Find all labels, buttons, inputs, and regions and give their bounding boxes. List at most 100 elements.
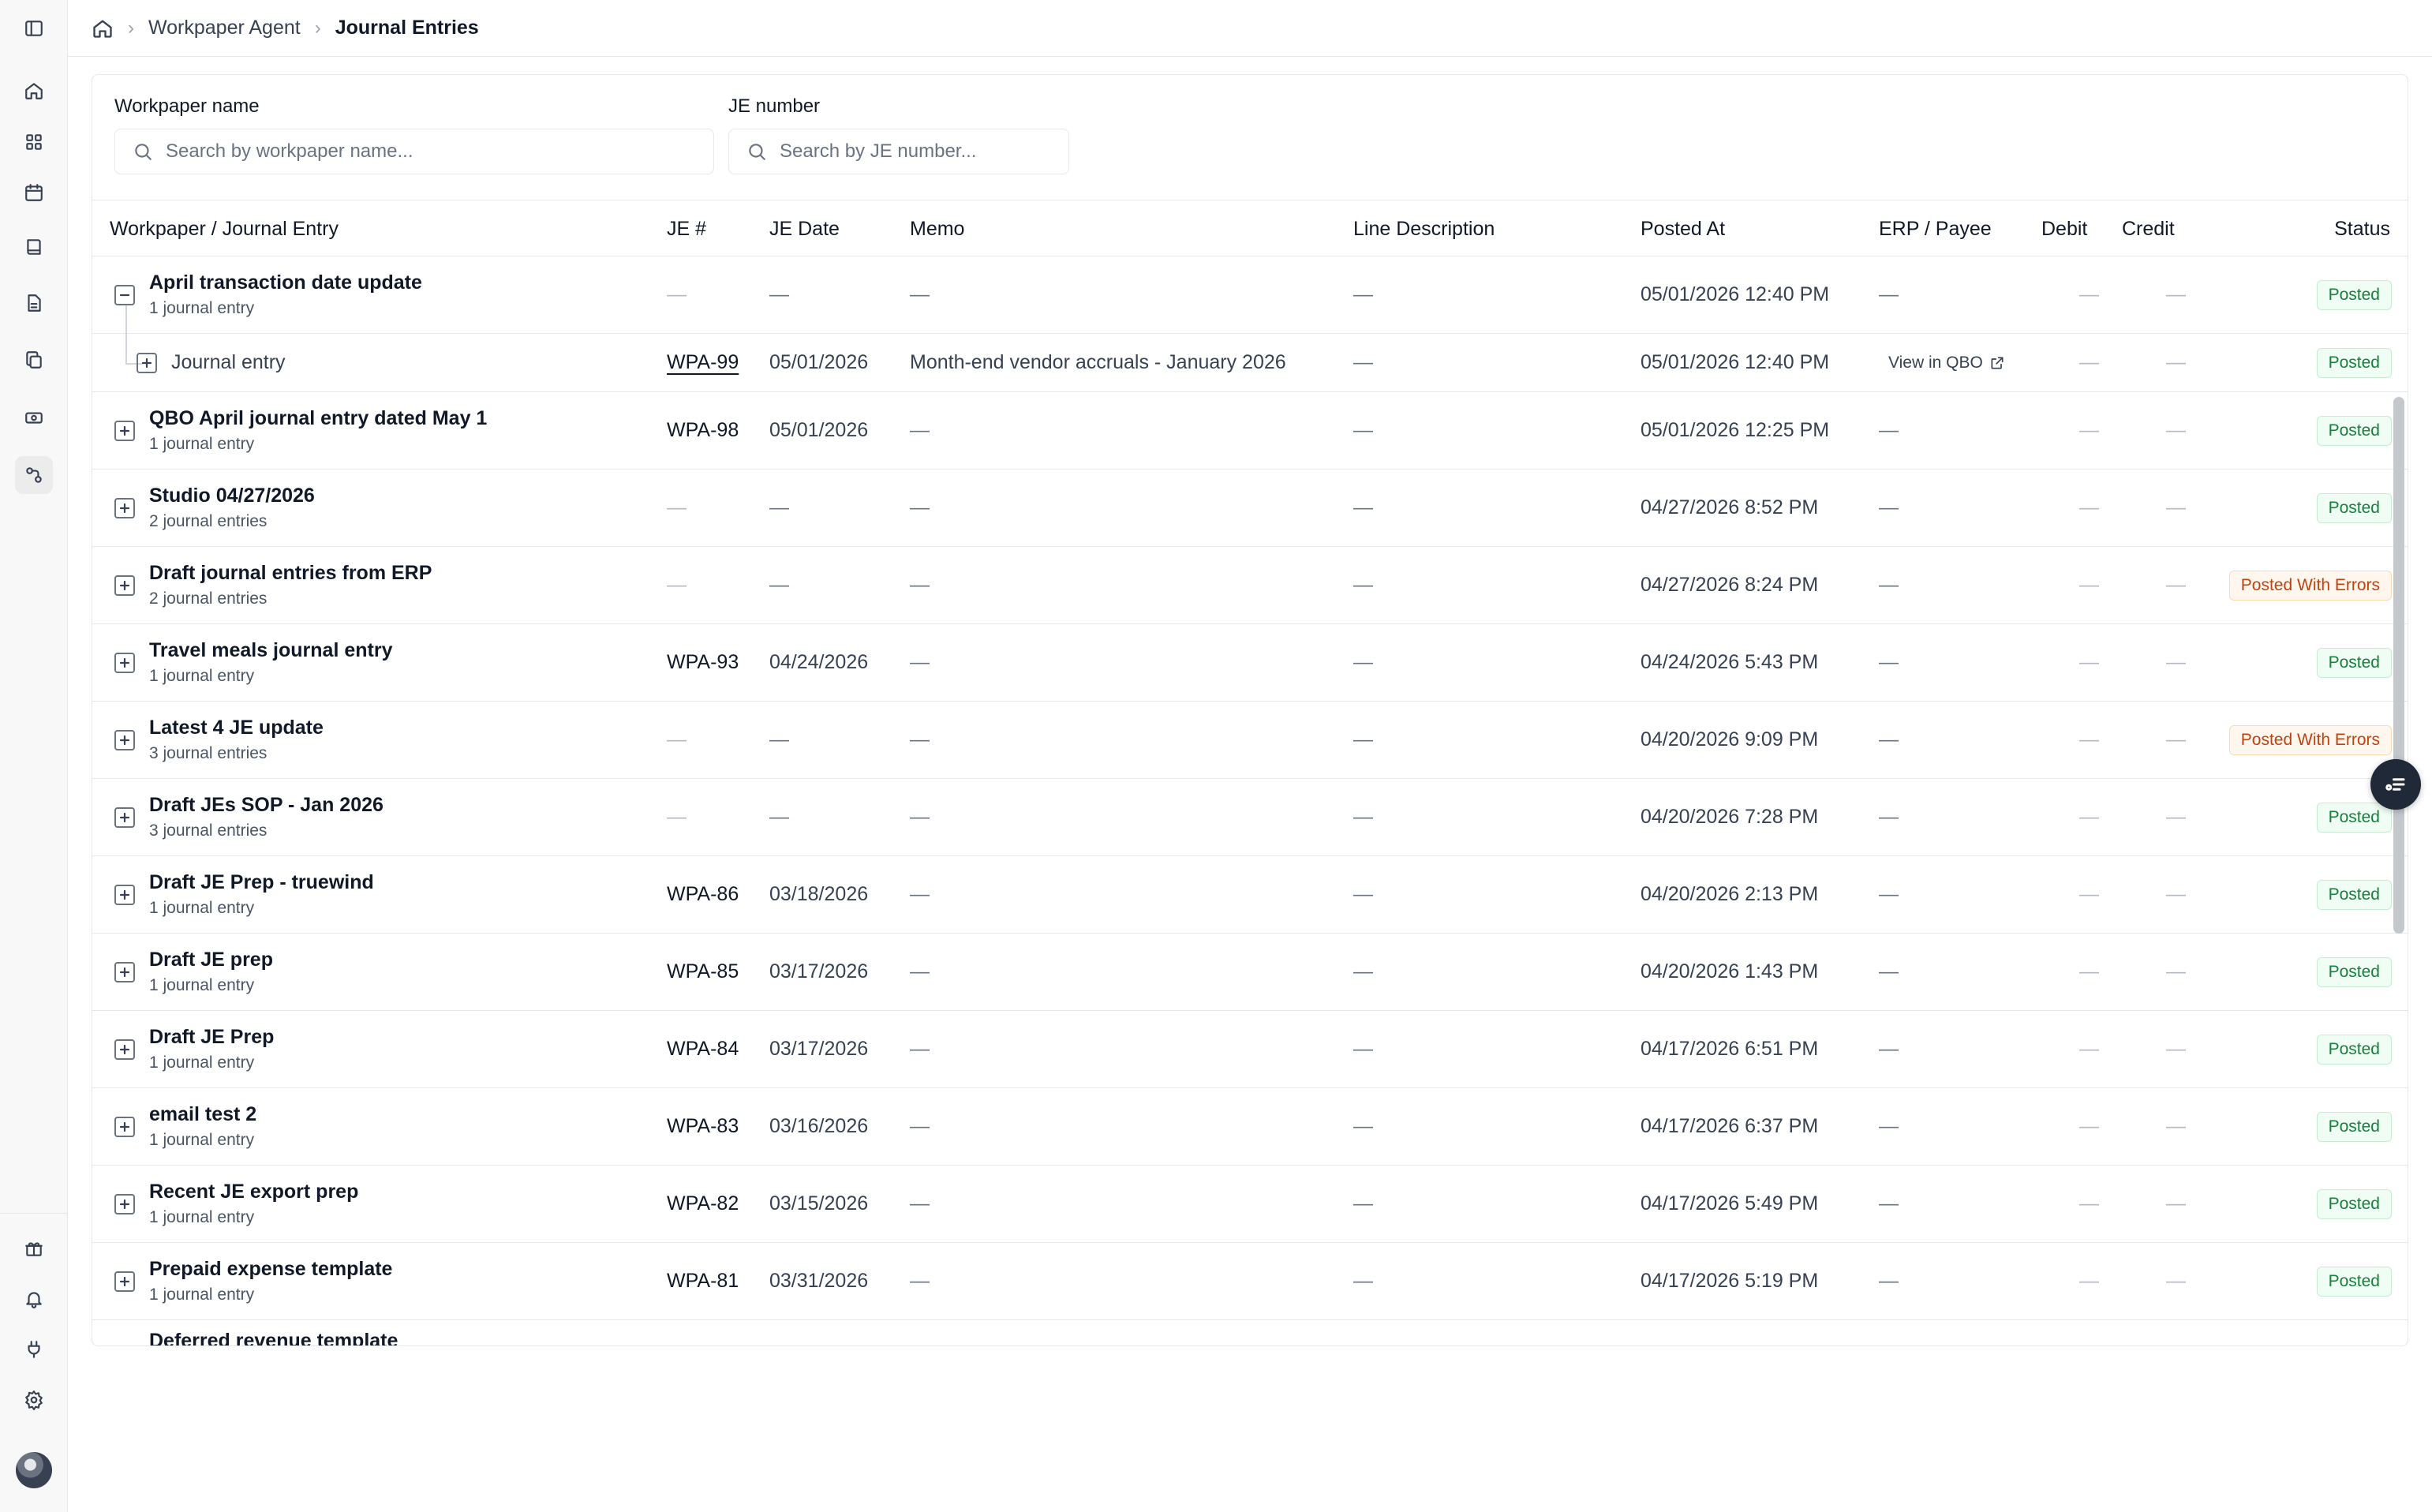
workpaper-name-cell[interactable]: Recent JE export prep 1 journal entry [149,1166,358,1242]
expand-icon[interactable] [114,421,135,441]
table-row[interactable]: Draft JEs SOP - Jan 2026 3 journal entrie… [92,779,2408,856]
col-posted-at[interactable]: Posted At [1641,200,1725,257]
workpaper-title[interactable]: Draft JE prep [149,949,273,971]
credit: — [2166,806,2186,828]
table-row[interactable]: Studio 04/27/2026 2 journal entries — — — — 04… [92,470,2408,547]
view-in-qbo-link[interactable]: View in QBO [1888,334,2005,391]
workpaper-name-cell[interactable]: email test 2 1 journal entry [149,1088,256,1165]
col-je-number[interactable]: JE # [667,200,706,257]
workpaper-name-cell[interactable]: Draft JEs SOP - Jan 2026 3 journal entrie… [149,779,384,855]
expand-icon[interactable] [114,885,135,905]
workpaper-name-cell[interactable]: Travel meals journal entry 1 journal entr… [149,624,392,701]
home-icon[interactable] [92,17,114,39]
collapse-icon[interactable] [114,285,135,305]
chat-assistant-button[interactable] [2370,759,2421,810]
posted-at: 04/17/2026 6:37 PM [1641,1115,1819,1137]
expand-icon[interactable] [114,962,135,982]
table-row[interactable]: Latest 4 JE update 3 journal entries — — — — 0… [92,702,2408,779]
chevron-right-icon: › [128,17,134,39]
bell-icon[interactable] [15,1280,53,1318]
table-row[interactable]: April transaction date update 1 journal e… [92,256,2408,334]
workpaper-title[interactable]: April transaction date update [149,271,422,294]
search-icon [133,141,153,162]
workpaper-title[interactable]: Studio 04/27/2026 [149,485,315,507]
je-search-input[interactable] [780,140,1038,163]
expand-icon[interactable] [114,730,135,750]
settings-icon[interactable] [15,1381,53,1419]
expand-icon[interactable] [114,498,135,518]
expand-icon[interactable] [114,1194,135,1214]
copy-icon[interactable] [15,341,53,379]
workpaper-search-input[interactable] [166,140,630,163]
col-je-date[interactable]: JE Date [769,200,840,257]
breadcrumb-workpaper-agent[interactable]: Workpaper Agent [148,17,301,39]
workpaper-name-cell[interactable]: Draft journal entries from ERP 2 journal … [149,547,432,623]
expand-icon[interactable] [114,653,135,673]
workpaper-title[interactable]: Draft JE Prep [149,1026,274,1049]
table-row[interactable]: Draft JE Prep - truewind 1 journal entry W… [92,856,2408,934]
col-status[interactable]: Status [2334,200,2390,257]
workpaper-title[interactable]: Latest 4 JE update [149,717,324,739]
col-erp-payee[interactable]: ERP / Payee [1879,200,1992,257]
table-row[interactable]: QBO April journal entry dated May 1 1 jou… [92,392,2408,470]
expand-icon[interactable] [114,1271,135,1292]
plug-icon[interactable] [15,1330,53,1368]
workpaper-title[interactable]: Draft JEs SOP - Jan 2026 [149,794,384,817]
workpaper-title[interactable]: email test 2 [149,1103,256,1126]
workpaper-name-cell[interactable]: Studio 04/27/2026 2 journal entries [149,470,315,546]
workpaper-name-cell[interactable]: Draft JE prep 1 journal entry [149,934,273,1010]
memo: — [910,1115,930,1137]
workpaper-title[interactable]: QBO April journal entry dated May 1 [149,407,487,430]
home-icon[interactable] [15,72,53,110]
table-row[interactable]: Draft JE prep 1 journal entry WPA-85 03/17/… [92,934,2408,1011]
workpaper-name-cell[interactable]: Prepaid expense template 1 journal entry [149,1243,392,1319]
table-row[interactable]: Recent JE export prep 1 journal entry WPA-… [92,1166,2408,1243]
table-row[interactable]: Deferred revenue template [92,1320,2408,1345]
workpaper-name-cell[interactable]: Draft JE Prep 1 journal entry [149,1011,274,1087]
workpaper-name-cell[interactable]: April transaction date update 1 journal e… [149,256,422,333]
col-debit[interactable]: Debit [2041,200,2087,257]
table-row-child[interactable]: Journal entry WPA-99 05/01/2026 Month-end v… [92,334,2408,392]
avatar[interactable] [16,1452,52,1488]
expand-icon[interactable] [114,807,135,828]
erp-payee: — [1879,728,1899,750]
workpaper-title[interactable]: Travel meals journal entry [149,639,392,662]
view-in-qbo-label[interactable]: View in QBO [1888,354,1983,372]
expand-icon[interactable] [114,1039,135,1060]
workpaper-title[interactable]: Recent JE export prep [149,1181,358,1203]
col-workpaper[interactable]: Workpaper / Journal Entry [110,200,339,257]
workflow-icon[interactable] [15,456,53,494]
expand-icon[interactable] [137,353,157,373]
status-badge: Posted With Errors [2228,570,2392,601]
je-number[interactable]: WPA-99 [667,334,739,391]
workpaper-title[interactable]: Prepaid expense template [149,1258,392,1281]
calendar-icon[interactable] [15,174,53,211]
table-row[interactable]: email test 2 1 journal entry WPA-83 03/16/2… [92,1088,2408,1166]
document-icon[interactable] [15,284,53,322]
workpaper-title[interactable]: Deferred revenue template [149,1330,398,1345]
expand-icon[interactable] [114,575,135,596]
workpaper-name-cell[interactable]: Latest 4 JE update 3 journal entries [149,702,324,778]
workpaper-name-cell[interactable]: Deferred revenue template [149,1320,398,1345]
table-row[interactable]: Travel meals journal entry 1 journal entr… [92,624,2408,702]
table-row[interactable]: Draft JE Prep 1 journal entry WPA-84 03/17/… [92,1011,2408,1088]
col-credit[interactable]: Credit [2122,200,2175,257]
line-description: — [1353,883,1373,905]
dashboard-icon[interactable] [15,123,53,161]
scrollbar-thumb[interactable] [2393,397,2404,934]
book-icon[interactable] [15,228,53,266]
je-date: 03/16/2026 [769,1115,869,1137]
col-memo[interactable]: Memo [910,200,964,257]
workpaper-name-cell[interactable]: Draft JE Prep - truewind 1 journal entry [149,856,374,933]
expand-icon[interactable] [114,1117,135,1137]
workpaper-title[interactable]: Draft journal entries from ERP [149,562,432,585]
workpaper-name-cell[interactable]: QBO April journal entry dated May 1 1 jou… [149,392,487,469]
cash-icon[interactable] [15,399,53,436]
workpaper-title[interactable]: Draft JE Prep - truewind [149,871,374,894]
table-row[interactable]: Prepaid expense template 1 journal entry W… [92,1243,2408,1320]
col-line-description[interactable]: Line Description [1353,200,1495,257]
gift-icon[interactable] [15,1229,53,1267]
table-row[interactable]: Draft journal entries from ERP 2 journal … [92,547,2408,624]
sidebar-toggle-icon[interactable] [15,9,53,47]
debit: — [2079,806,2099,828]
